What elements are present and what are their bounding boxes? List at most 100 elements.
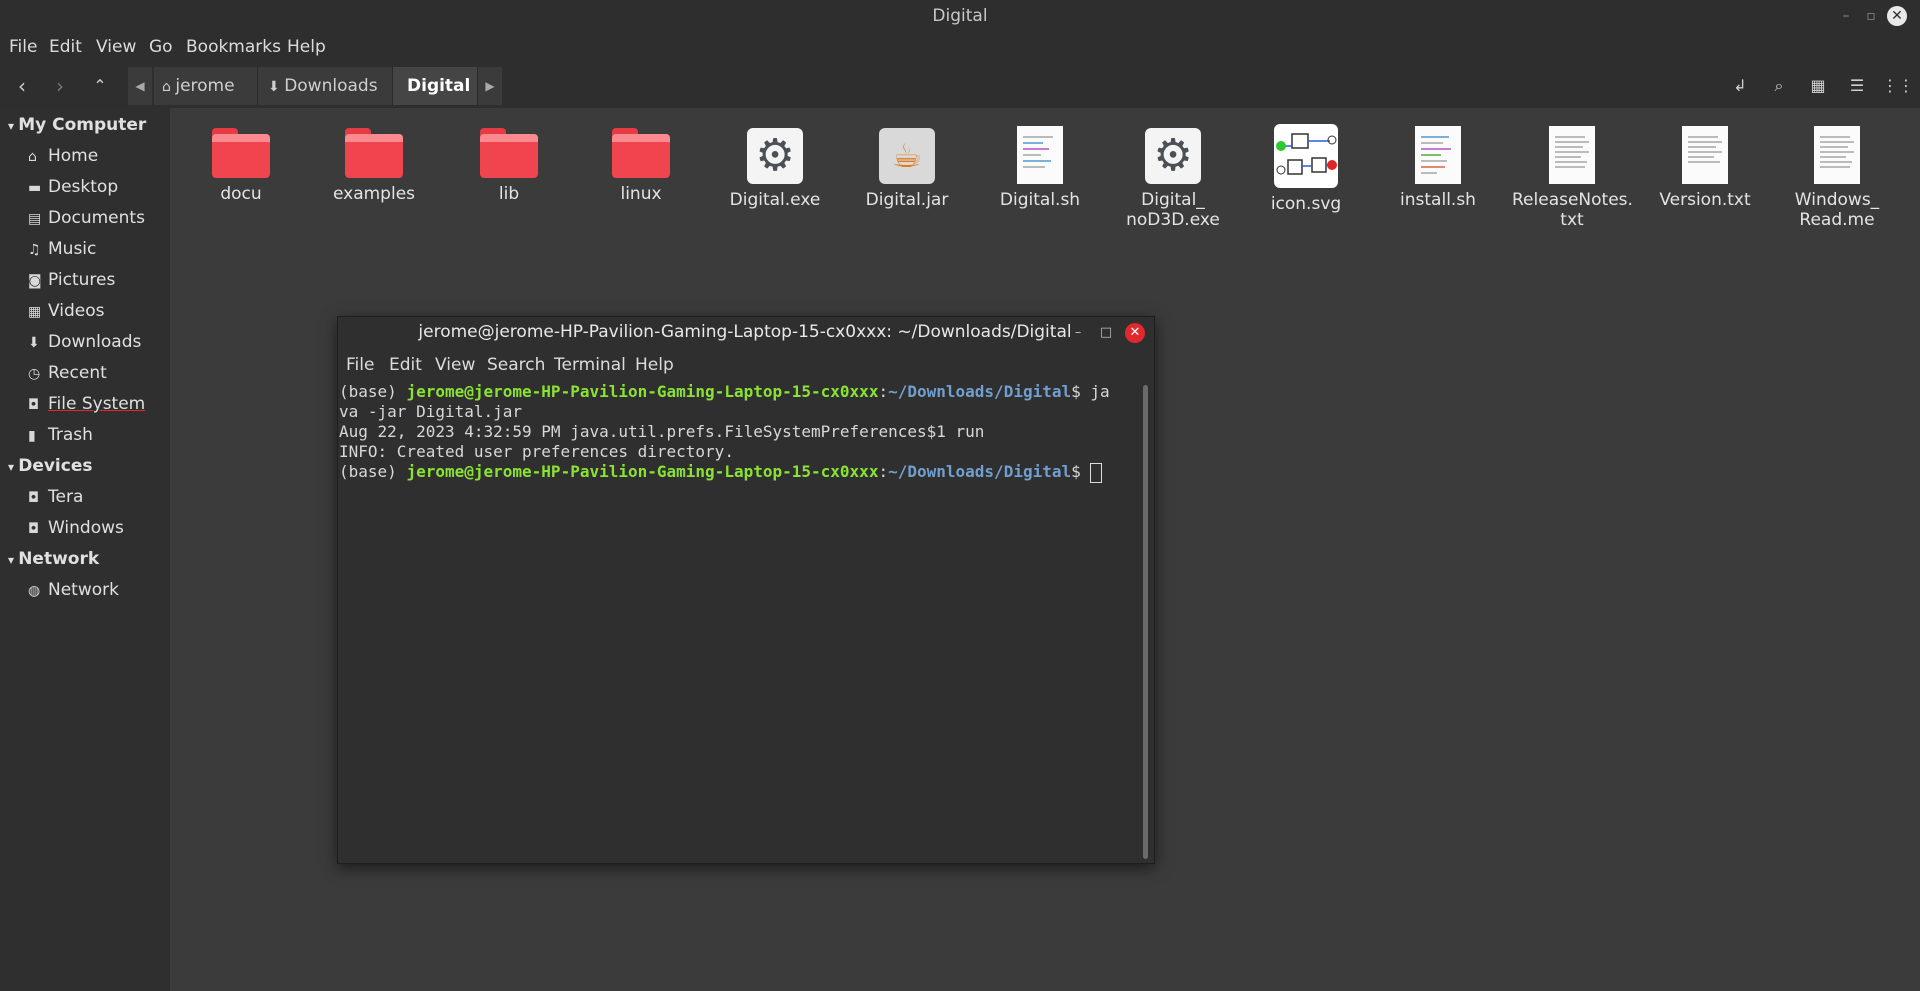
pictures-icon: ◙ (28, 273, 42, 289)
file-digital-jar[interactable]: ☕ Digital.jar (847, 120, 967, 210)
expander-icon: ▾ (8, 553, 19, 567)
sidebar-item-downloads[interactable]: ⬇ Downloads (28, 332, 141, 352)
terminal-prompt-line: (base) jerome@jerome-HP-Pavilion-Gaming-… (339, 462, 1103, 483)
sidebar-item-tera[interactable]: ◘ Tera (28, 487, 83, 507)
menu-edit[interactable]: Edit (49, 37, 82, 57)
recent-icon: ◷ (28, 366, 41, 382)
downloads-icon: ⬇ (28, 335, 40, 351)
sidebar-item-file-system[interactable]: ◘ File System (28, 394, 145, 414)
grid-view-icon[interactable]: ▦ (1804, 72, 1832, 100)
videos-icon: ▦ (28, 304, 42, 320)
sidebar-item-windows[interactable]: ◘ Windows (28, 518, 124, 538)
file-digital-exe[interactable]: ⚙ Digital.exe (715, 120, 835, 210)
drive-icon: ◘ (28, 397, 40, 413)
compact-view-icon[interactable]: ⋮⋮ (1882, 72, 1914, 100)
sidebar-item-pictures[interactable]: ◙ Pictures (28, 270, 115, 290)
terminal-line: (base) jerome@jerome-HP-Pavilion-Gaming-… (339, 382, 1110, 401)
drive-icon: ◘ (28, 490, 40, 506)
drive-icon: ◘ (28, 521, 40, 537)
terminal-menu-edit[interactable]: Edit (389, 355, 422, 375)
window-title: Digital (932, 6, 988, 26)
file-docu[interactable]: docu (181, 120, 301, 204)
location-toggle-icon[interactable]: ↲ (1726, 72, 1754, 100)
text-file-icon (1814, 126, 1860, 184)
sidebar-item-music[interactable]: ♫ Music (28, 239, 96, 259)
text-file-icon (1682, 126, 1728, 184)
home-icon: ⌂ (28, 149, 37, 165)
sidebar-item-trash[interactable]: ▮ Trash (28, 425, 93, 445)
terminal-cursor (1090, 462, 1103, 483)
file-linux[interactable]: linux (581, 120, 701, 204)
terminal-menu-help[interactable]: Help (635, 355, 674, 375)
close-icon[interactable]: ✕ (1887, 6, 1907, 26)
crumb-right-icon[interactable]: ▶ (478, 67, 502, 105)
gear-icon: ⚙ (1145, 128, 1201, 184)
terminal-menu-file[interactable]: File (346, 355, 374, 375)
file-releasenotes-txt[interactable]: ReleaseNotes. txt (1512, 120, 1633, 230)
trash-icon: ▮ (28, 428, 36, 444)
menu-bookmarks[interactable]: Bookmarks (186, 37, 281, 57)
breadcrumb-digital[interactable]: Digital (393, 67, 478, 105)
file-version-txt[interactable]: Version.txt (1645, 120, 1765, 210)
maximize-icon[interactable]: ▫ (1861, 6, 1881, 26)
terminal-scrollbar[interactable] (1143, 385, 1148, 859)
terminal-title: jerome@jerome-HP-Pavilion-Gaming-Laptop-… (418, 322, 1072, 342)
sidebar-item-network[interactable]: ◍ Network (28, 580, 119, 600)
menu-help[interactable]: Help (287, 37, 326, 57)
file-windows-readme[interactable]: Windows_ Read.me (1777, 120, 1897, 230)
close-icon[interactable]: ✕ (1125, 323, 1145, 343)
menu-view[interactable]: View (96, 37, 136, 57)
crumb-left-icon[interactable]: ◀ (128, 67, 152, 105)
documents-icon: ▤ (28, 211, 42, 227)
list-view-icon[interactable]: ☰ (1843, 72, 1871, 100)
file-examples[interactable]: examples (314, 120, 434, 204)
up-icon[interactable]: ⌃ (86, 72, 114, 100)
file-install-sh[interactable]: install.sh (1378, 120, 1498, 210)
folder-icon (612, 128, 670, 178)
file-digital-sh[interactable]: Digital.sh (980, 120, 1100, 210)
expander-icon: ▾ (8, 119, 19, 133)
circuit-icon (1274, 124, 1338, 188)
sidebar-item-documents[interactable]: ▤ Documents (28, 208, 145, 228)
breadcrumb-jerome[interactable]: ⌂ jerome (154, 67, 258, 105)
minimize-icon[interactable]: – (1069, 324, 1087, 342)
sidebar-item-recent[interactable]: ◷ Recent (28, 363, 107, 383)
sidebar-section-my-computer[interactable]: ▾ My Computer (8, 115, 146, 135)
minimize-icon[interactable]: – (1836, 6, 1856, 26)
network-icon: ◍ (28, 583, 41, 599)
folder-icon (212, 128, 270, 178)
folder-icon (345, 128, 403, 178)
download-icon: ⬇ (268, 79, 285, 95)
sidebar-item-videos[interactable]: ▦ Videos (28, 301, 105, 321)
music-icon: ♫ (28, 242, 41, 258)
file-digital-nod3d-exe[interactable]: ⚙ Digital_ noD3D.exe (1113, 120, 1233, 230)
sidebar-section-devices[interactable]: ▾ Devices (8, 456, 92, 476)
file-lib[interactable]: lib (449, 120, 569, 204)
home-icon: ⌂ (162, 79, 176, 95)
forward-icon[interactable]: › (46, 72, 74, 100)
script-icon (1017, 126, 1063, 184)
text-file-icon (1549, 126, 1595, 184)
desktop-icon: ▬ (28, 180, 42, 196)
gear-icon: ⚙ (747, 128, 803, 184)
folder-icon (480, 128, 538, 178)
breadcrumb-downloads[interactable]: ⬇ Downloads (258, 67, 393, 105)
file-icon-svg[interactable]: icon.svg (1246, 120, 1366, 214)
sidebar-item-home[interactable]: ⌂ Home (28, 146, 98, 166)
maximize-icon[interactable]: □ (1097, 324, 1115, 342)
menu-go[interactable]: Go (149, 37, 173, 57)
expander-icon: ▾ (8, 460, 19, 474)
sidebar-item-desktop[interactable]: ▬ Desktop (28, 177, 118, 197)
sidebar-section-network[interactable]: ▾ Network (8, 549, 99, 569)
terminal-menu-search[interactable]: Search (487, 355, 545, 375)
terminal-line: va -jar Digital.jar (339, 402, 523, 421)
menu-file[interactable]: File (9, 37, 37, 57)
terminal-menu-terminal[interactable]: Terminal (554, 355, 626, 375)
terminal-line: Aug 22, 2023 4:32:59 PM java.util.prefs.… (339, 422, 985, 441)
terminal-line: INFO: Created user preferences directory… (339, 442, 734, 461)
script-icon (1415, 126, 1461, 184)
search-icon[interactable]: ⌕ (1765, 72, 1793, 100)
java-icon: ☕ (879, 128, 935, 184)
terminal-menu-view[interactable]: View (435, 355, 475, 375)
back-icon[interactable]: ‹ (8, 72, 36, 100)
